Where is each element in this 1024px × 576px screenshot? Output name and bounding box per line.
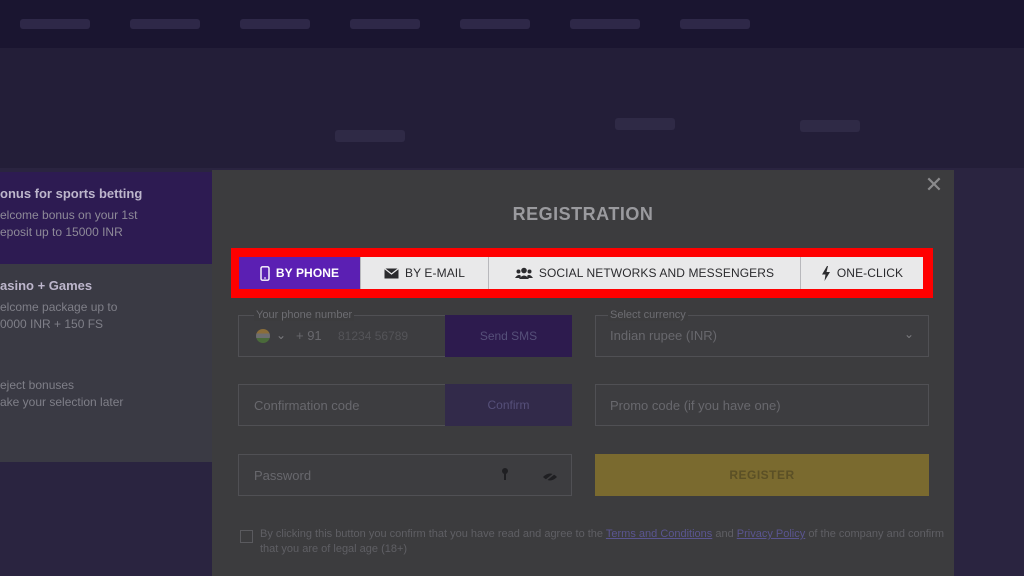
key-icon[interactable] xyxy=(500,467,510,481)
tab-label: ONE-CLICK xyxy=(836,266,904,280)
casino-bonus-card[interactable]: asino + Games elcome package up to 0000 … xyxy=(0,264,212,462)
subheader-item xyxy=(615,118,675,130)
modal-title: REGISTRATION xyxy=(512,204,654,224)
phone-input[interactable]: 81234 56789 xyxy=(338,329,408,343)
tab-by-phone[interactable]: BY PHONE xyxy=(239,257,361,289)
consent-checkbox[interactable] xyxy=(240,530,253,543)
currency-value: Indian rupee (INR) xyxy=(610,328,717,343)
subheader-item xyxy=(335,130,405,142)
top-navigation-bar xyxy=(0,0,1024,48)
registration-modal: ✕ REGISTRATION BY PHONE BY E-MAIL SOCIAL… xyxy=(212,170,954,576)
confirmation-code-input[interactable]: Confirmation code xyxy=(254,398,360,413)
eye-hidden-icon[interactable] xyxy=(542,469,558,482)
sports-bonus-card[interactable]: onus for sports betting elcome bonus on … xyxy=(0,172,212,264)
reject-bonus-title: eject bonuses xyxy=(0,378,75,392)
nav-item xyxy=(20,19,90,29)
nav-item xyxy=(680,19,750,29)
lightning-icon xyxy=(821,265,831,281)
reject-bonus-text: ake your selection later xyxy=(0,395,124,409)
tab-label: SOCIAL NETWORKS AND MESSENGERS xyxy=(538,266,775,280)
nav-item xyxy=(130,19,200,29)
casino-bonus-text: 0000 INR + 150 FS xyxy=(0,317,104,331)
nav-item xyxy=(570,19,640,29)
privacy-link[interactable]: Privacy Policy xyxy=(737,528,805,540)
currency-label: Select currency xyxy=(608,309,688,321)
subheader-item xyxy=(800,120,860,132)
casino-bonus-title: asino + Games xyxy=(0,278,93,293)
chevron-down-icon[interactable]: ⌄ xyxy=(904,327,914,341)
bonus-panel: onus for sports betting elcome bonus on … xyxy=(0,172,212,462)
nav-item xyxy=(460,19,530,29)
sports-bonus-text: eposit up to 15000 INR xyxy=(0,225,123,239)
tab-one-click[interactable]: ONE-CLICK xyxy=(801,257,923,289)
close-icon[interactable]: ✕ xyxy=(924,175,944,197)
consent-text: By clicking this button you confirm that… xyxy=(260,527,950,557)
tab-label: BY E-MAIL xyxy=(404,266,466,280)
confirm-button[interactable]: Confirm xyxy=(445,384,572,426)
send-sms-button[interactable]: Send SMS xyxy=(445,315,572,357)
phone-code: + 91 xyxy=(296,328,322,343)
envelope-icon xyxy=(384,267,399,279)
promo-code-input[interactable]: Promo code (if you have one) xyxy=(610,398,781,413)
register-button[interactable]: REGISTER xyxy=(595,454,929,496)
sports-bonus-text: elcome bonus on your 1st xyxy=(0,208,138,222)
tab-social-networks[interactable]: SOCIAL NETWORKS AND MESSENGERS xyxy=(489,257,801,289)
consent-and: and xyxy=(715,528,734,540)
phone-field-label: Your phone number xyxy=(254,309,355,321)
tab-by-email[interactable]: BY E-MAIL xyxy=(361,257,489,289)
registration-tabs: BY PHONE BY E-MAIL SOCIAL NETWORKS AND M… xyxy=(239,257,923,289)
nav-item xyxy=(350,19,420,29)
nav-item xyxy=(240,19,310,29)
users-icon xyxy=(514,267,533,279)
chevron-down-icon[interactable]: ⌄ xyxy=(276,328,286,342)
flag-icon[interactable] xyxy=(256,329,270,343)
phone-icon xyxy=(260,265,270,281)
sports-bonus-title: onus for sports betting xyxy=(0,186,143,201)
tab-label: BY PHONE xyxy=(275,266,340,280)
terms-link[interactable]: Terms and Conditions xyxy=(606,528,712,540)
casino-bonus-text: elcome package up to xyxy=(0,300,118,314)
consent-prefix: By clicking this button you confirm that… xyxy=(260,528,604,540)
page-subheader xyxy=(0,48,1024,168)
password-input[interactable]: Password xyxy=(254,468,311,483)
